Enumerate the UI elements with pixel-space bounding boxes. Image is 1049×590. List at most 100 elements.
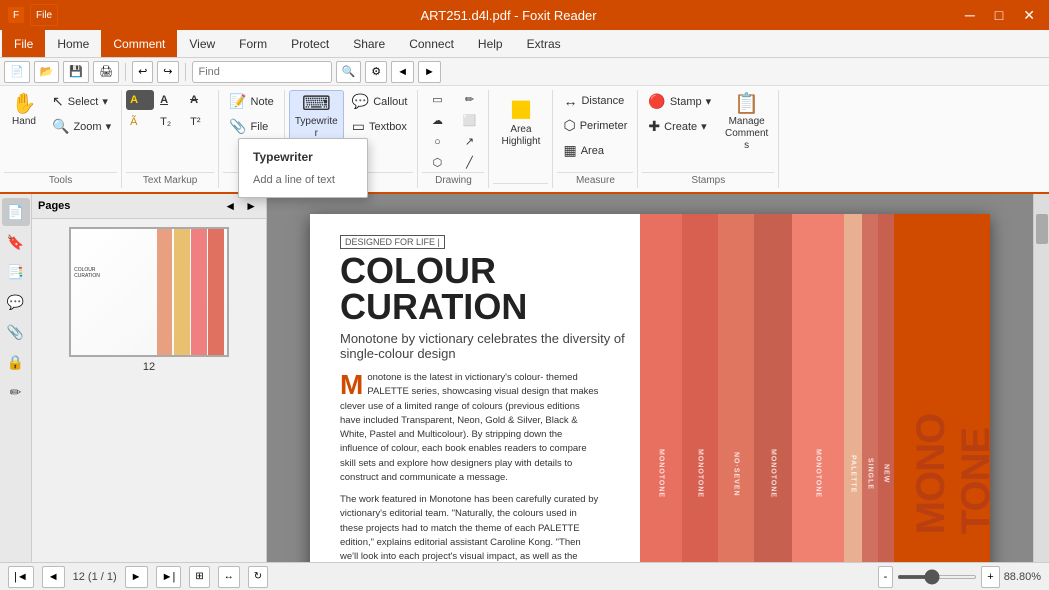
first-page-btn[interactable]: |◄ (8, 566, 34, 588)
highlight-btn[interactable]: A (126, 90, 154, 110)
drawing-label: Drawing (422, 172, 484, 188)
zoom-slider[interactable] (897, 575, 977, 579)
minimize-btn[interactable]: ─ (959, 5, 981, 26)
pages-next-btn[interactable]: ► (242, 198, 260, 214)
status-right: - + 88.80% (878, 566, 1041, 588)
right-scrollbar[interactable] (1033, 194, 1049, 562)
mono-big-text: MONOTONE (909, 414, 990, 534)
last-page-btn[interactable]: ►| (156, 566, 182, 588)
window-controls: ─ □ ✕ (959, 5, 1041, 26)
print-btn[interactable]: 🖨 (93, 61, 119, 83)
polygon-btn[interactable]: ⬡ (422, 153, 452, 172)
menu-form[interactable]: Form (227, 30, 279, 57)
save-btn[interactable]: 💾 (63, 61, 89, 83)
pages-prev-btn[interactable]: ◄ (221, 198, 239, 214)
prev-page-btn[interactable]: ◄ (42, 566, 65, 588)
title-file-btn[interactable]: File (30, 4, 58, 26)
panel-attachments-btn[interactable]: 📎 (2, 318, 30, 346)
page-thumbnail[interactable]: COLOURCURATION (69, 227, 229, 357)
menu-view[interactable]: View (177, 30, 227, 57)
fit-width-btn[interactable]: ↔ (218, 566, 240, 588)
spine-4: MONOTONE (754, 214, 792, 562)
panel-security-btn[interactable]: 🔒 (2, 348, 30, 376)
area-highlight-btn[interactable]: ◼ Area Highlight (493, 90, 548, 152)
ribbon-group-text-markup: A A A Ã T₂ T² Text Markup (122, 90, 219, 188)
dropdown-typewriter-title[interactable]: Typewriter (239, 145, 367, 169)
next-page-btn[interactable]: ► (125, 566, 148, 588)
underline-icon: A (160, 94, 168, 106)
pages-content[interactable]: COLOURCURATION 12 (32, 219, 266, 562)
close-btn[interactable]: ✕ (1017, 5, 1041, 26)
undo-btn[interactable]: ↩ (132, 61, 153, 83)
search-input[interactable] (192, 61, 332, 83)
pencil-icon: ✏ (465, 93, 474, 106)
insert-text-btn[interactable]: T² (186, 112, 214, 132)
stamp-btn[interactable]: 🔴 Stamp ▾ (642, 90, 717, 113)
panel-pages-btn[interactable]: 📄 (2, 198, 30, 226)
menu-share[interactable]: Share (341, 30, 397, 57)
zoom-out-btn[interactable]: - (878, 566, 894, 588)
status-left: |◄ ◄ 12 (1 / 1) ► ►| ⊞ ↔ ↻ (8, 566, 268, 588)
zoom-btn[interactable]: 🔍 Zoom ▾ (46, 115, 117, 138)
strikethrough-btn[interactable]: A (186, 90, 214, 110)
perimeter-btn[interactable]: ⬡ Perimeter (557, 114, 633, 137)
maximize-btn[interactable]: □ (989, 5, 1009, 26)
replace-text-btn[interactable]: T₂ (156, 112, 184, 132)
menu-protect[interactable]: Protect (279, 30, 341, 57)
panel-edit-btn[interactable]: ✏ (2, 378, 30, 406)
menu-comment[interactable]: Comment (101, 30, 177, 57)
menu-extras[interactable]: Extras (515, 30, 573, 57)
rect-btn[interactable]: ▭ (422, 90, 452, 109)
stamps-content: 🔴 Stamp ▾ ✚ Create ▾ 📋 Manage Comments (642, 90, 774, 172)
search-btn[interactable]: 🔍 (336, 61, 362, 83)
ellipse-btn[interactable]: ○ (422, 132, 452, 151)
stamp-icon: 🔴 (648, 93, 665, 110)
select-btn[interactable]: ↖ Select ▾ (46, 90, 117, 113)
manage-comments-btn[interactable]: 📋 Manage Comments (719, 90, 774, 156)
menu-home[interactable]: Home (45, 30, 101, 57)
redo-btn[interactable]: ↪ (157, 61, 178, 83)
eraser-btn[interactable]: ⬜ (454, 111, 484, 130)
panel-bookmarks-btn[interactable]: 🔖 (2, 228, 30, 256)
arrow-btn[interactable]: ↗ (454, 132, 484, 151)
dropdown-add-line-text[interactable]: Add a line of text (239, 169, 367, 191)
area-measure-btn[interactable]: ▦ Area (557, 139, 633, 162)
rotate-btn[interactable]: ↻ (248, 566, 268, 588)
panel-comments-btn[interactable]: 💬 (2, 288, 30, 316)
note-btn[interactable]: 📝 Note (223, 90, 280, 113)
zoom-in-btn[interactable]: + (981, 566, 999, 588)
menu-connect[interactable]: Connect (397, 30, 466, 57)
pencil-btn[interactable]: ✏ (454, 90, 484, 109)
next-nav-btn[interactable]: ► (418, 61, 441, 83)
area-label: Area (581, 145, 604, 157)
spine-6: PALETTE (844, 214, 862, 562)
scrollbar-thumb[interactable] (1036, 214, 1048, 244)
squiggly-btn[interactable]: Ã (126, 112, 154, 132)
title-bar-left: F File (8, 4, 58, 26)
fit-page-btn[interactable]: ⊞ (189, 566, 209, 588)
cloud-btn[interactable]: ☁ (422, 111, 452, 130)
hand-tool-btn[interactable]: ✋ Hand (4, 90, 44, 132)
squiggly-icon: Ã (130, 116, 137, 128)
create-label: Create (664, 121, 697, 133)
spine-2: MONOTONE (682, 214, 718, 562)
menu-help[interactable]: Help (466, 30, 515, 57)
highlight-icon: A (130, 94, 138, 106)
scrollbar-track[interactable] (1034, 194, 1049, 562)
open-btn[interactable]: 📂 (34, 61, 60, 83)
menu-file[interactable]: File (2, 30, 45, 57)
panel-layers-btn[interactable]: 📑 (2, 258, 30, 286)
distance-icon: ↔ (563, 93, 577, 109)
doc-area[interactable]: MONOTONE MONOTONE NO·SEVEN MONOTONE MONO… (267, 194, 1033, 562)
callout-btn[interactable]: 💬 Callout (346, 90, 414, 113)
prev-nav-btn[interactable]: ◄ (391, 61, 414, 83)
file-btn[interactable]: 📎 File (223, 115, 280, 138)
textbox-btn[interactable]: ▭ Textbox (346, 115, 414, 138)
underline-btn[interactable]: A (156, 90, 184, 110)
settings-btn[interactable]: ⚙ (365, 61, 387, 83)
callout-label: Callout (373, 96, 407, 108)
new-btn[interactable]: 📄 (4, 61, 30, 83)
line-btn[interactable]: ╱ (454, 153, 484, 172)
create-btn[interactable]: ✚ Create ▾ (642, 115, 717, 138)
distance-btn[interactable]: ↔ Distance (557, 90, 633, 112)
